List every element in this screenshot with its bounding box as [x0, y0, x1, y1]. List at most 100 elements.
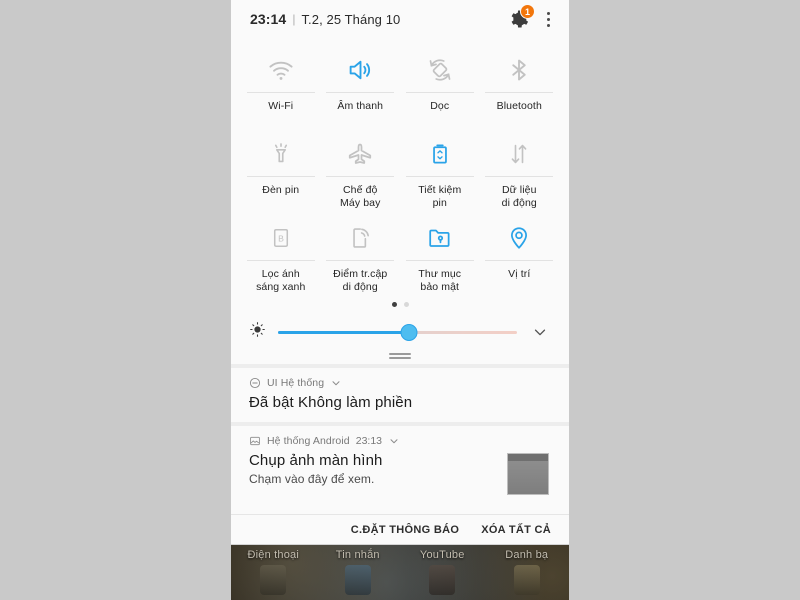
airplane-icon	[345, 134, 375, 174]
notification-app-name: UI Hệ thống	[267, 377, 325, 389]
quick-tile-label: Đèn pin	[262, 184, 300, 196]
phone-app-icon	[260, 565, 287, 595]
quick-tile-label: Dữ liệu di động	[501, 184, 537, 209]
notification-dnd[interactable]: UI Hệ thống Đã bật Không làm phiền	[231, 368, 569, 422]
tile-divider	[326, 260, 395, 261]
page-dot-1[interactable]	[391, 302, 397, 307]
dock-icon-row	[231, 565, 569, 595]
status-date: T.2, 25 Tháng 10	[301, 11, 401, 27]
slider-thumb[interactable]	[400, 323, 418, 341]
auto-rotate-icon	[425, 50, 455, 90]
notification-title: Đã bật Không làm phiền	[249, 394, 413, 411]
volume-icon	[345, 50, 375, 90]
brightness-icon	[249, 321, 266, 343]
tile-divider	[326, 176, 395, 177]
quick-tile-secure-folder[interactable]: Thư mục bảo mật	[400, 210, 480, 294]
notification-screenshot[interactable]: Hệ thống Android 23:13 Chụp ảnh màn hình…	[231, 426, 569, 506]
bluetooth-icon	[504, 50, 534, 90]
notification-header: Hệ thống Android 23:13	[249, 435, 551, 447]
kebab-menu-icon[interactable]	[542, 10, 555, 29]
dock-label-row: Điện thoại Tin nhắn YouTube Danh bạ	[231, 549, 569, 561]
notification-header: UI Hệ thống	[249, 377, 551, 389]
quick-tile-blue-light-filter[interactable]: B Lọc ánh sáng xanh	[241, 210, 321, 294]
quick-tile-sound[interactable]: Âm thanh	[321, 42, 401, 126]
brightness-slider[interactable]	[278, 323, 517, 341]
dock-label-phone: Điện thoại	[247, 549, 300, 561]
quick-tile-label: Bluetooth	[496, 100, 542, 112]
quick-tile-label: Dọc	[430, 100, 450, 112]
notification-text-block: Chụp ảnh màn hình Chạm vào đây để xem.	[249, 447, 507, 486]
quick-tiles-grid: Wi-Fi Âm thanh Dọc Bluetooth Đèn pin Chế…	[231, 38, 569, 294]
quick-settings-panel: 23:14 | T.2, 25 Tháng 10 1 Wi-Fi Âm than…	[231, 0, 569, 545]
quick-tile-label: Chế độ Máy bay	[340, 184, 381, 209]
quick-tile-mobile-hotspot[interactable]: Điểm tr.cập di động	[321, 210, 401, 294]
wifi-icon	[266, 50, 296, 90]
quick-tile-bluetooth[interactable]: Bluetooth	[480, 42, 560, 126]
tile-divider	[246, 260, 315, 261]
panel-drag-handle[interactable]	[231, 345, 569, 364]
dock-label-messages: Tin nhắn	[335, 549, 380, 561]
quick-tile-flashlight[interactable]: Đèn pin	[241, 126, 321, 210]
dock-label-contacts: Danh bạ	[505, 549, 549, 561]
minus-circle-icon	[249, 377, 261, 389]
status-clock: 23:14	[250, 11, 287, 27]
quick-tile-label: Vị trí	[508, 268, 531, 280]
battery-saver-icon	[426, 134, 454, 174]
secure-folder-icon	[426, 218, 454, 258]
notification-action-bar: C.ĐẶT THÔNG BÁO XÓA TẤT CẢ	[231, 514, 569, 544]
mobile-data-icon	[505, 134, 533, 174]
notification-settings-button[interactable]: C.ĐẶT THÔNG BÁO	[351, 524, 459, 536]
quick-tile-airplane-mode[interactable]: Chế độ Máy bay	[321, 126, 401, 210]
chevron-down-icon[interactable]	[388, 435, 400, 447]
tile-divider	[246, 92, 315, 93]
quick-tile-location[interactable]: Vị trí	[480, 210, 560, 294]
svg-text:B: B	[278, 233, 284, 243]
tile-divider	[405, 176, 474, 177]
dock-slot-messages[interactable]	[316, 565, 401, 595]
quick-tile-label: Tiết kiệm pin	[418, 184, 462, 209]
tile-divider	[485, 92, 554, 93]
messages-app-icon	[344, 565, 371, 595]
notification-content-row: Chụp ảnh màn hình Chạm vào đây để xem.	[249, 447, 551, 495]
tile-divider	[485, 260, 554, 261]
page-dot-2[interactable]	[403, 302, 409, 307]
quick-tile-rotation[interactable]: Dọc	[400, 42, 480, 126]
quick-tiles-page-indicator	[231, 294, 569, 311]
quick-tile-label: Âm thanh	[337, 100, 384, 112]
chevron-down-icon	[534, 329, 546, 336]
quick-tile-wifi[interactable]: Wi-Fi	[241, 42, 321, 126]
tile-divider	[405, 92, 474, 93]
thumbnail-status-bar	[508, 454, 548, 461]
dock-slot-contacts[interactable]	[485, 565, 570, 595]
settings-gear-button[interactable]: 1	[508, 4, 535, 30]
blue-light-filter-icon: B	[268, 218, 294, 258]
notification-title: Chụp ảnh màn hình	[249, 452, 383, 469]
youtube-app-icon	[429, 565, 456, 595]
tile-divider	[246, 176, 315, 177]
image-icon	[250, 436, 260, 446]
quick-tile-label: Thư mục bảo mật	[418, 268, 462, 293]
screenshot-thumbnail[interactable]	[507, 453, 549, 495]
brightness-expand-button[interactable]	[529, 323, 551, 341]
settings-badge-count: 1	[520, 4, 535, 19]
dock-slot-youtube[interactable]	[400, 565, 485, 595]
screenshot-root: Điện thoại Tin nhắn YouTube Danh bạ 23:1…	[0, 0, 800, 600]
tile-divider	[485, 176, 554, 177]
notification-time: 23:13	[355, 435, 383, 447]
quick-tile-label: Lọc ánh sáng xanh	[256, 268, 306, 293]
clear-all-button[interactable]: XÓA TẤT CẢ	[481, 524, 551, 536]
dock-slot-phone[interactable]	[231, 565, 316, 595]
brightness-row	[231, 311, 569, 345]
mobile-hotspot-icon	[346, 218, 374, 258]
tile-divider	[326, 92, 395, 93]
contacts-app-icon	[513, 565, 540, 595]
quick-tiles-row-1: Wi-Fi Âm thanh Dọc Bluetooth	[241, 42, 559, 126]
chevron-down-icon[interactable]	[330, 377, 342, 389]
status-separator: |	[292, 12, 296, 26]
quick-tile-mobile-data[interactable]: Dữ liệu di động	[480, 126, 560, 210]
location-pin-icon	[505, 218, 533, 258]
drag-handle-bar	[389, 353, 411, 355]
quick-tile-label: Wi-Fi	[268, 100, 294, 112]
quick-tile-battery-saver[interactable]: Tiết kiệm pin	[400, 126, 480, 210]
notification-app-name: Hệ thống Android	[267, 435, 350, 447]
